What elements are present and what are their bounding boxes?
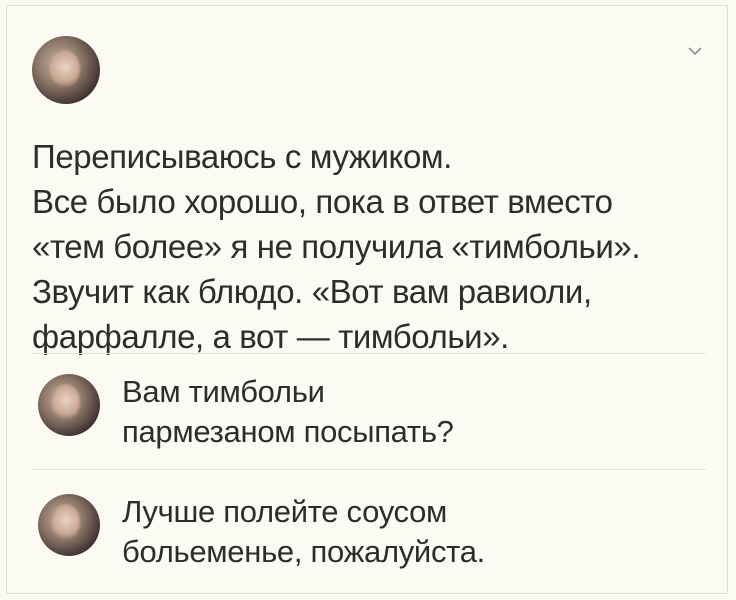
comment-text-line: больеменье, пожалуйста. (122, 534, 485, 569)
post-text: Переписываюсь с мужиком. Все было хорошо… (32, 134, 702, 359)
post-text-line: Переписываюсь с мужиком. (32, 138, 452, 175)
post-text-line: Все было хорошо, пока в ответ вместо (32, 183, 613, 220)
chevron-down-icon[interactable] (686, 42, 704, 60)
post-text-line: «тем более» я не получила «тимбольи». (32, 228, 641, 265)
comment-text: Вам тимбольи пармезаном посыпать? (122, 372, 454, 452)
avatar-face (52, 384, 80, 420)
post-text-line: Звучит как блюдо. «Вот вам равиоли, (32, 273, 592, 310)
comment-text-line: Вам тимбольи (122, 374, 325, 409)
avatar-face (50, 50, 80, 88)
comment-text-line: пармезаном посыпать? (122, 414, 454, 449)
comment-text-line: Лучше полейте соусом (122, 494, 448, 529)
author-avatar[interactable] (32, 36, 100, 104)
commenter-avatar[interactable] (38, 494, 100, 556)
commenter-avatar[interactable] (38, 374, 100, 436)
avatar-face (52, 504, 80, 540)
divider (32, 469, 706, 470)
comment-text: Лучше полейте соусом больеменье, пожалуй… (122, 492, 485, 572)
divider (32, 353, 706, 354)
post-header (32, 36, 712, 104)
